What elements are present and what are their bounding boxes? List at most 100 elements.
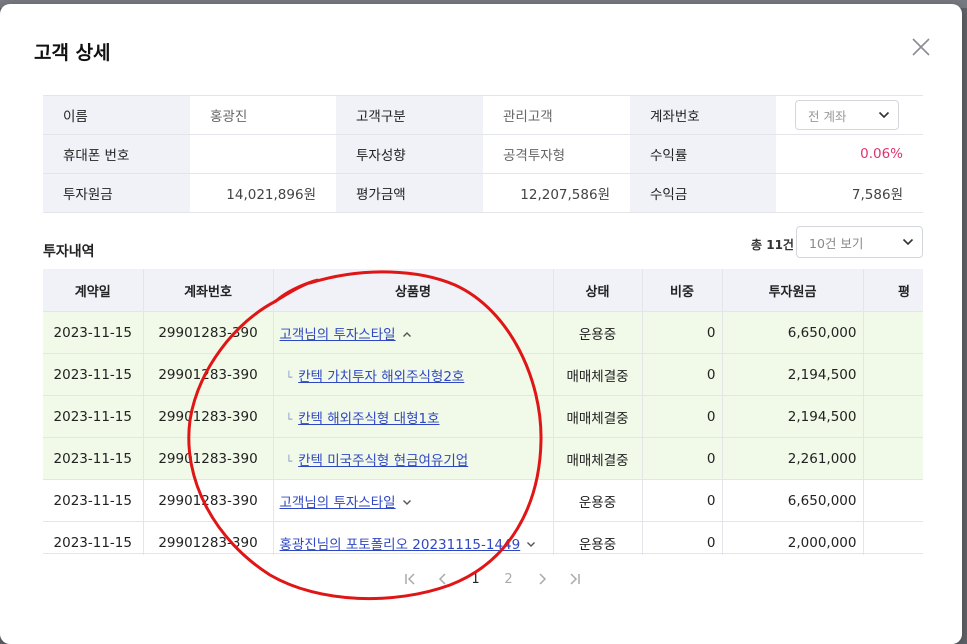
- cell-principal: 2,194,500: [722, 395, 864, 438]
- column-header-date[interactable]: 계약일: [43, 269, 144, 312]
- cell-product: └ 칸텍 가치투자 해외주식형2호: [273, 353, 554, 396]
- tree-branch-icon: └: [285, 370, 293, 384]
- cell-status: 운용중: [553, 521, 643, 555]
- cell-weight: 0: [642, 521, 723, 555]
- cell-valuation: [863, 395, 923, 438]
- cell-status: 매매체결중: [553, 353, 643, 396]
- cell-product: └ 칸텍 미국주식형 현금여유기업: [273, 437, 554, 480]
- table-row[interactable]: 2023-11-15 29901283-390 고객님의 투자스타일 운용중 0 6,65…: [43, 479, 923, 522]
- table-row[interactable]: 2023-11-15 29901283-390 └ 칸텍 가치투자 해외주식형2호 매매…: [43, 353, 923, 396]
- column-header-principal[interactable]: 투자원금: [722, 269, 864, 312]
- info-label-profit: 수익금: [630, 173, 776, 213]
- page-size-select[interactable]: 10건 보기: [796, 226, 923, 258]
- cell-principal: 6,650,000: [722, 311, 864, 354]
- table-row[interactable]: 2023-11-15 29901283-390 홍광진님의 포토폴리오 202311…: [43, 521, 923, 555]
- customer-detail-modal: 고객 상세 이름 홍광진 고객구분 관리고객 계좌번호 전 계좌 휴대폰 번호 …: [0, 4, 962, 644]
- chevron-down-icon[interactable]: [526, 541, 536, 548]
- table-body: 2023-11-15 29901283-390 고객님의 투자스타일 운용중 0 6,65…: [43, 311, 923, 555]
- page-number-1[interactable]: 1: [459, 572, 492, 587]
- product-link[interactable]: 칸텍 해외주식형 대형1호: [298, 411, 439, 427]
- info-label-name: 이름: [43, 95, 190, 135]
- cell-product: 고객님의 투자스타일: [273, 479, 554, 522]
- product-link[interactable]: 칸텍 가치투자 해외주식형2호: [298, 369, 464, 385]
- info-label-principal: 투자원금: [43, 173, 190, 213]
- table-bottom-border: [43, 553, 923, 554]
- cell-principal: 6,650,000: [722, 479, 864, 522]
- cell-account: 29901283-390: [143, 395, 274, 438]
- page-size-value: 10건 보기: [809, 235, 864, 251]
- cell-valuation: [863, 353, 923, 396]
- prev-page-icon[interactable]: [426, 572, 459, 586]
- info-label-phone: 휴대폰 번호: [43, 134, 190, 174]
- investment-table: 계약일 계좌번호 상품명 상태 비중 투자원금 평 2023-11-15 2990…: [43, 269, 923, 555]
- investment-table-scroll[interactable]: 계약일 계좌번호 상품명 상태 비중 투자원금 평 2023-11-15 2990…: [43, 269, 923, 555]
- cell-date: 2023-11-15: [43, 353, 144, 396]
- info-value-profit: 7,586원: [776, 173, 923, 213]
- cell-date: 2023-11-15: [43, 311, 144, 354]
- last-page-icon[interactable]: [558, 572, 591, 586]
- info-value-name: 홍광진: [190, 95, 336, 135]
- product-link[interactable]: 홍광진님의 포토폴리오 20231115-1449: [280, 537, 521, 553]
- info-label-account: 계좌번호: [630, 95, 776, 135]
- info-label-investment-type: 투자성향: [336, 134, 483, 174]
- customer-info-table: 이름 홍광진 고객구분 관리고객 계좌번호 전 계좌 휴대폰 번호 투자성향 공…: [43, 95, 923, 213]
- info-value-phone: [190, 134, 336, 174]
- info-value-return-rate: 0.06%: [776, 134, 923, 174]
- cell-product: 홍광진님의 포토폴리오 20231115-1449: [273, 521, 554, 555]
- chevron-down-icon: [878, 111, 890, 119]
- cell-account: 29901283-390: [143, 311, 274, 354]
- cell-status: 매매체결중: [553, 395, 643, 438]
- cell-weight: 0: [642, 479, 723, 522]
- cell-weight: 0: [642, 437, 723, 480]
- tree-branch-icon: └: [285, 412, 293, 426]
- info-label-customer-type: 고객구분: [336, 95, 483, 135]
- info-row: 이름 홍광진 고객구분 관리고객 계좌번호 전 계좌: [43, 95, 923, 135]
- cell-principal: 2,194,500: [722, 353, 864, 396]
- info-row: 휴대폰 번호 투자성향 공격투자형 수익률 0.06%: [43, 134, 923, 174]
- info-label-valuation: 평가금액: [336, 173, 483, 213]
- cell-date: 2023-11-15: [43, 437, 144, 480]
- info-label-return-rate: 수익률: [630, 134, 776, 174]
- column-header-product[interactable]: 상품명: [273, 269, 554, 312]
- cell-weight: 0: [642, 395, 723, 438]
- cell-account: 29901283-390: [143, 479, 274, 522]
- cell-date: 2023-11-15: [43, 395, 144, 438]
- cell-principal: 2,000,000: [722, 521, 864, 555]
- first-page-icon[interactable]: [393, 572, 426, 586]
- column-header-account[interactable]: 계좌번호: [143, 269, 274, 312]
- info-row: 투자원금 14,021,896원 평가금액 12,207,586원 수익금 7,…: [43, 173, 923, 213]
- info-value-valuation: 12,207,586원: [483, 173, 630, 213]
- cell-date: 2023-11-15: [43, 479, 144, 522]
- info-value-principal: 14,021,896원: [190, 173, 336, 213]
- product-link[interactable]: 고객님의 투자스타일: [280, 495, 396, 511]
- column-header-valuation[interactable]: 평: [863, 269, 923, 312]
- cell-account: 29901283-390: [143, 437, 274, 480]
- account-select[interactable]: 전 계좌: [795, 100, 899, 130]
- info-value-investment-type: 공격투자형: [483, 134, 630, 174]
- cell-status: 매매체결중: [553, 437, 643, 480]
- cell-account: 29901283-390: [143, 353, 274, 396]
- close-icon[interactable]: [908, 34, 934, 60]
- column-header-weight[interactable]: 비중: [642, 269, 723, 312]
- cell-weight: 0: [642, 311, 723, 354]
- modal-title: 고객 상세: [34, 42, 111, 64]
- chevron-down-icon[interactable]: [402, 499, 412, 506]
- product-link[interactable]: 칸텍 미국주식형 현금여유기업: [298, 453, 468, 469]
- section-title: 투자내역: [43, 244, 95, 260]
- table-header-row: 계약일 계좌번호 상품명 상태 비중 투자원금 평: [43, 269, 923, 312]
- cell-status: 운용중: [553, 311, 643, 354]
- cell-valuation: [863, 521, 923, 555]
- account-select-value: 전 계좌: [808, 108, 847, 124]
- pagination: 1 2: [393, 568, 591, 590]
- table-row[interactable]: 2023-11-15 29901283-390 └ 칸텍 미국주식형 현금여유기업 매매…: [43, 437, 923, 480]
- chevron-up-icon[interactable]: [402, 331, 412, 338]
- table-row[interactable]: 2023-11-15 29901283-390 고객님의 투자스타일 운용중 0 6,65…: [43, 311, 923, 354]
- cell-weight: 0: [642, 353, 723, 396]
- table-row[interactable]: 2023-11-15 29901283-390 └ 칸텍 해외주식형 대형1호 매매체결…: [43, 395, 923, 438]
- cell-valuation: [863, 479, 923, 522]
- product-link[interactable]: 고객님의 투자스타일: [280, 327, 396, 343]
- info-value-customer-type: 관리고객: [483, 95, 630, 135]
- column-header-status[interactable]: 상태: [553, 269, 643, 312]
- page-number-2[interactable]: 2: [492, 572, 525, 587]
- next-page-icon[interactable]: [525, 572, 558, 586]
